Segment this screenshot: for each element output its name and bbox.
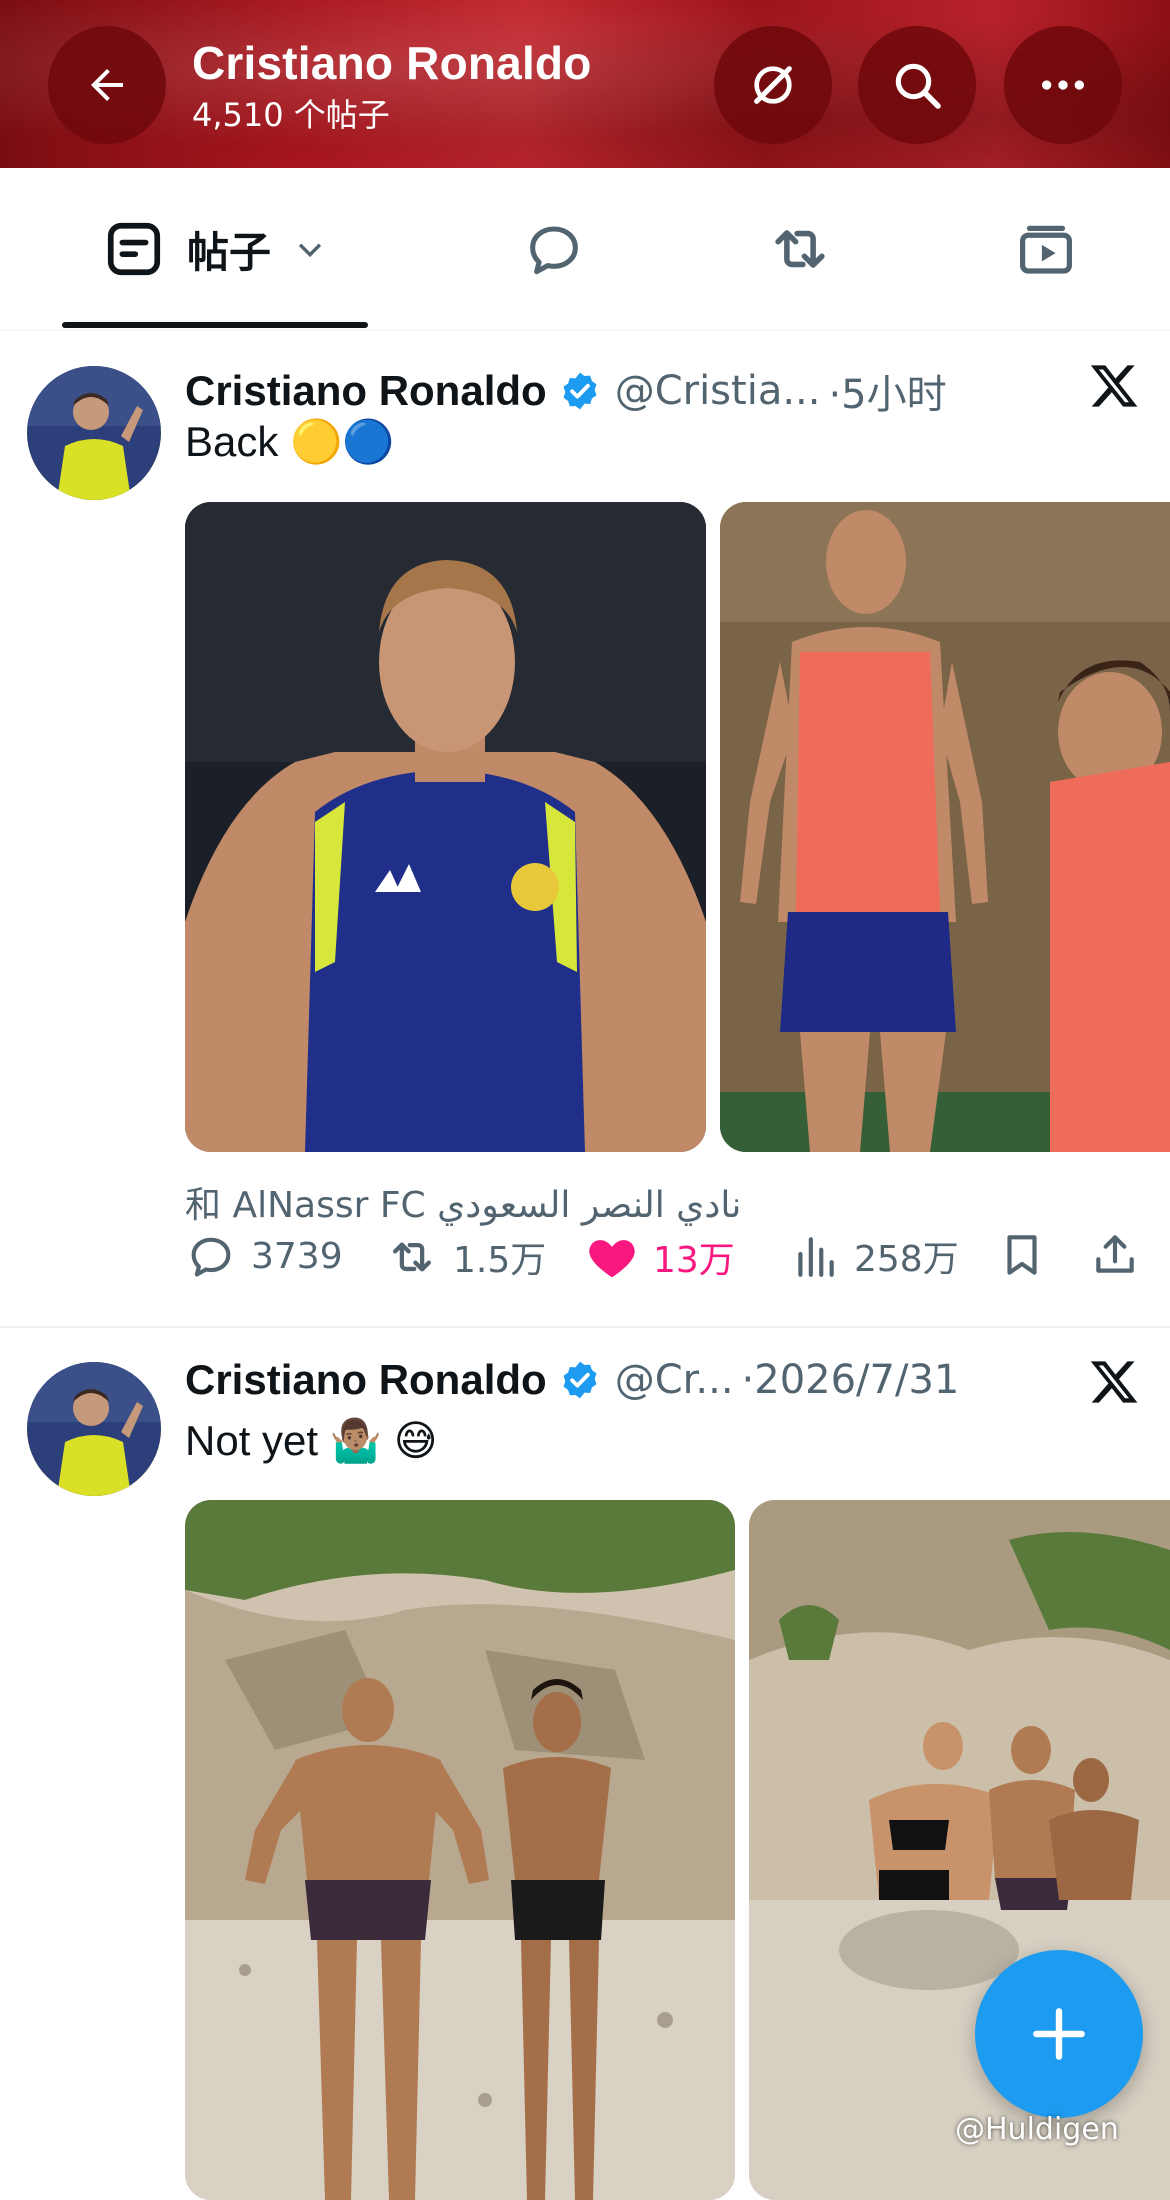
post-header: Cristiano Ronaldo @Cristia... ·5小时 — [185, 362, 947, 420]
reposts-icon — [775, 230, 825, 268]
tab-reposts[interactable] — [720, 168, 880, 330]
post-time[interactable]: ·5小时 — [828, 362, 946, 420]
search-button[interactable] — [858, 26, 976, 144]
post-image-graphic — [185, 1500, 735, 2200]
like-button[interactable]: 13万 — [585, 1230, 735, 1284]
chevron-down-icon — [298, 243, 322, 258]
bookmark-button[interactable] — [997, 1230, 1047, 1280]
reply-icon — [191, 1237, 231, 1277]
post-actions: 3739 1.5万 13万 258万 — [185, 1230, 1145, 1290]
author-name[interactable]: Cristiano Ronaldo — [185, 367, 547, 415]
post-divider — [0, 1326, 1170, 1328]
heart-filled-icon — [589, 1240, 635, 1278]
share-button[interactable] — [1090, 1230, 1140, 1280]
replies-icon — [530, 226, 578, 275]
x-logo-icon — [1090, 365, 1138, 407]
views-chart-icon — [798, 1237, 834, 1277]
reply-button[interactable]: 3739 — [185, 1230, 343, 1282]
collaborator-line[interactable]: 和 AlNassr FC نادي النصر السعودي — [185, 1176, 741, 1228]
avatar-image — [27, 366, 161, 500]
back-arrow-icon — [91, 69, 123, 101]
views-count: 258万 — [854, 1239, 959, 1280]
bookmark-icon — [1007, 1235, 1037, 1275]
author-name[interactable]: Cristiano Ronaldo — [185, 1356, 547, 1404]
post-image[interactable] — [185, 1500, 735, 2200]
repost-icon — [392, 1242, 432, 1272]
avatar[interactable] — [27, 366, 161, 500]
reply-count: 3739 — [251, 1235, 343, 1277]
grok-icon — [754, 66, 792, 104]
profile-header: Cristiano Ronaldo 4,510 个帖子 — [0, 0, 1170, 168]
post-text: Not yet 🤷🏽‍♂️ 😅 — [185, 1417, 438, 1464]
post-image[interactable] — [720, 502, 1170, 1152]
back-button[interactable] — [48, 26, 166, 144]
compose-button[interactable] — [975, 1950, 1143, 2118]
more-button[interactable] — [1004, 26, 1122, 144]
tab-posts-label: 帖子 — [186, 227, 271, 277]
avatar-image — [27, 1362, 161, 1496]
profile-tabs: 帖子 — [0, 168, 1170, 331]
more-dots-icon — [1042, 80, 1084, 90]
post-header: Cristiano Ronaldo @Cr... ·2026/7/31 — [185, 1356, 959, 1404]
verified-badge-icon — [563, 1361, 597, 1399]
header-name: Cristiano Ronaldo — [192, 37, 592, 89]
share-icon — [1096, 1235, 1134, 1273]
author-handle[interactable]: @Cristia... — [615, 368, 821, 414]
like-count: 13万 — [653, 1240, 735, 1281]
repost-button[interactable]: 1.5万 — [385, 1230, 546, 1284]
post-text: Back 🟡🔵 — [185, 418, 395, 465]
active-tab-indicator — [62, 322, 368, 328]
header-post-count: 4,510 个帖子 — [192, 96, 390, 134]
grok-button[interactable] — [714, 26, 832, 144]
search-icon — [895, 63, 941, 109]
post-image-graphic — [720, 502, 1170, 1152]
views-button[interactable]: 258万 — [790, 1230, 959, 1282]
tab-posts[interactable]: 帖子 — [62, 168, 368, 330]
post-image-graphic — [185, 502, 706, 1152]
plus-icon — [1033, 2008, 1085, 2060]
verified-badge-icon — [563, 372, 597, 410]
header-title: Cristiano Ronaldo 4,510 个帖子 — [192, 36, 592, 136]
tab-media[interactable] — [966, 168, 1126, 330]
post-image[interactable] — [185, 502, 706, 1152]
posts-icon — [107, 222, 161, 276]
author-handle[interactable]: @Cr... — [615, 1357, 734, 1403]
post-time[interactable]: ·2026/7/31 — [742, 1357, 960, 1403]
tab-replies[interactable] — [474, 168, 634, 330]
repost-count: 1.5万 — [453, 1240, 547, 1281]
avatar[interactable] — [27, 1362, 161, 1496]
media-icon — [1020, 225, 1072, 274]
x-logo-icon — [1090, 1361, 1138, 1403]
